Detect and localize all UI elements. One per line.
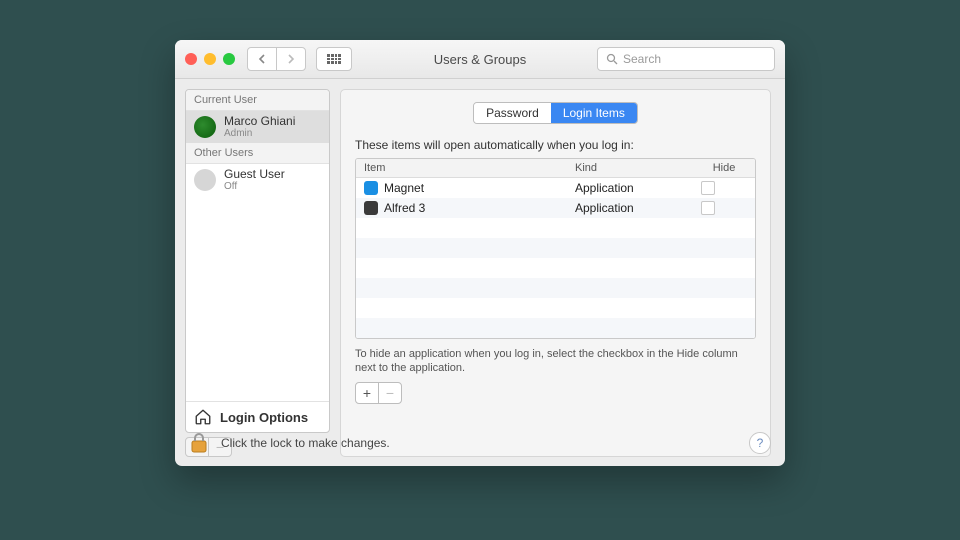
app-icon bbox=[364, 201, 378, 215]
chevron-left-icon bbox=[258, 54, 266, 64]
main-panel: Password Login Items These items will op… bbox=[340, 89, 771, 457]
sidebar: Current User Marco Ghiani Admin Other Us… bbox=[175, 79, 330, 466]
col-header-hide[interactable]: Hide bbox=[693, 159, 755, 177]
item-name: Alfred 3 bbox=[384, 201, 425, 215]
prefs-window: Users & Groups Search Current User Marco… bbox=[175, 40, 785, 466]
table-row bbox=[356, 238, 755, 258]
lock-icon[interactable] bbox=[189, 431, 209, 455]
table-row bbox=[356, 258, 755, 278]
col-header-kind[interactable]: Kind bbox=[567, 159, 693, 177]
footer: Click the lock to make changes. ? bbox=[175, 420, 785, 466]
app-icon bbox=[364, 181, 378, 195]
tab-login-items[interactable]: Login Items bbox=[551, 103, 637, 123]
close-icon[interactable] bbox=[185, 53, 197, 65]
tab-password[interactable]: Password bbox=[474, 103, 551, 123]
minimize-icon[interactable] bbox=[204, 53, 216, 65]
login-items-table: Item Kind Hide Magnet Application bbox=[355, 158, 756, 339]
avatar bbox=[194, 169, 216, 191]
user-role: Admin bbox=[224, 128, 295, 139]
hide-checkbox[interactable] bbox=[701, 201, 715, 215]
search-icon bbox=[606, 53, 618, 65]
hide-checkbox[interactable] bbox=[701, 181, 715, 195]
forward-button[interactable] bbox=[276, 47, 306, 71]
col-header-item[interactable]: Item bbox=[356, 159, 567, 177]
help-button[interactable]: ? bbox=[749, 432, 771, 454]
titlebar: Users & Groups Search bbox=[175, 40, 785, 79]
grid-icon bbox=[327, 54, 341, 64]
table-row[interactable]: Magnet Application bbox=[356, 178, 755, 198]
table-row bbox=[356, 298, 755, 318]
traffic-lights bbox=[185, 53, 235, 65]
tab-bar: Password Login Items bbox=[473, 102, 638, 124]
hide-hint: To hide an application when you log in, … bbox=[355, 347, 756, 376]
lock-text: Click the lock to make changes. bbox=[221, 436, 390, 450]
show-all-button[interactable] bbox=[316, 47, 352, 71]
add-item-button[interactable]: + bbox=[355, 382, 379, 404]
back-button[interactable] bbox=[247, 47, 277, 71]
item-add-remove: + − bbox=[355, 382, 756, 404]
chevron-right-icon bbox=[287, 54, 295, 64]
item-kind: Application bbox=[567, 198, 693, 218]
item-kind: Application bbox=[567, 178, 693, 198]
table-row bbox=[356, 278, 755, 298]
user-name: Guest User bbox=[224, 168, 285, 181]
table-row bbox=[356, 218, 755, 238]
table-row bbox=[356, 318, 755, 338]
sidebar-item-current-user[interactable]: Marco Ghiani Admin bbox=[186, 111, 329, 143]
user-name: Marco Ghiani bbox=[224, 115, 295, 128]
remove-item-button[interactable]: − bbox=[378, 382, 402, 404]
item-name: Magnet bbox=[384, 181, 424, 195]
avatar bbox=[194, 116, 216, 138]
zoom-icon[interactable] bbox=[223, 53, 235, 65]
users-list: Current User Marco Ghiani Admin Other Us… bbox=[185, 89, 330, 433]
table-row[interactable]: Alfred 3 Application bbox=[356, 198, 755, 218]
user-role: Off bbox=[224, 181, 285, 192]
search-input[interactable]: Search bbox=[597, 47, 775, 71]
nav-buttons bbox=[247, 47, 306, 71]
search-placeholder: Search bbox=[623, 52, 661, 66]
login-items-desc: These items will open automatically when… bbox=[355, 138, 756, 152]
other-users-header: Other Users bbox=[186, 143, 329, 164]
sidebar-item-guest-user[interactable]: Guest User Off bbox=[186, 164, 329, 196]
current-user-header: Current User bbox=[186, 90, 329, 111]
